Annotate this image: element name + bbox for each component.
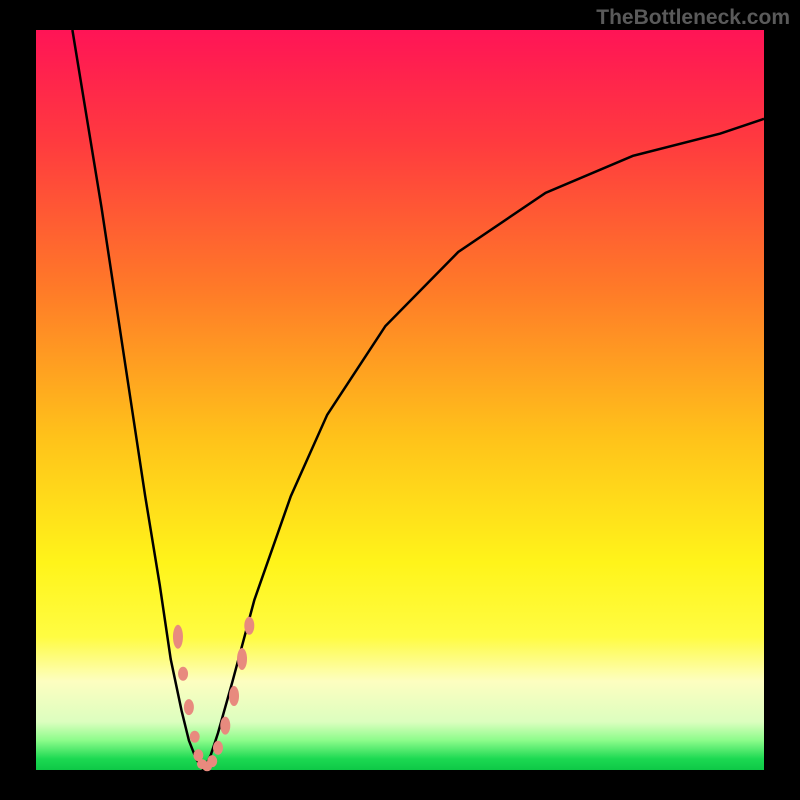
data-marker xyxy=(237,648,247,670)
chart-container xyxy=(0,0,800,800)
data-marker xyxy=(220,717,230,735)
data-marker xyxy=(229,686,239,706)
plot-background xyxy=(36,30,764,770)
watermark: TheBottleneck.com xyxy=(596,6,790,30)
data-marker xyxy=(190,731,200,743)
data-marker xyxy=(173,625,183,649)
bottleneck-chart xyxy=(0,0,800,800)
data-marker xyxy=(244,617,254,635)
data-marker xyxy=(213,741,223,755)
data-marker xyxy=(184,699,194,715)
data-marker xyxy=(207,755,217,767)
data-marker xyxy=(178,667,188,681)
